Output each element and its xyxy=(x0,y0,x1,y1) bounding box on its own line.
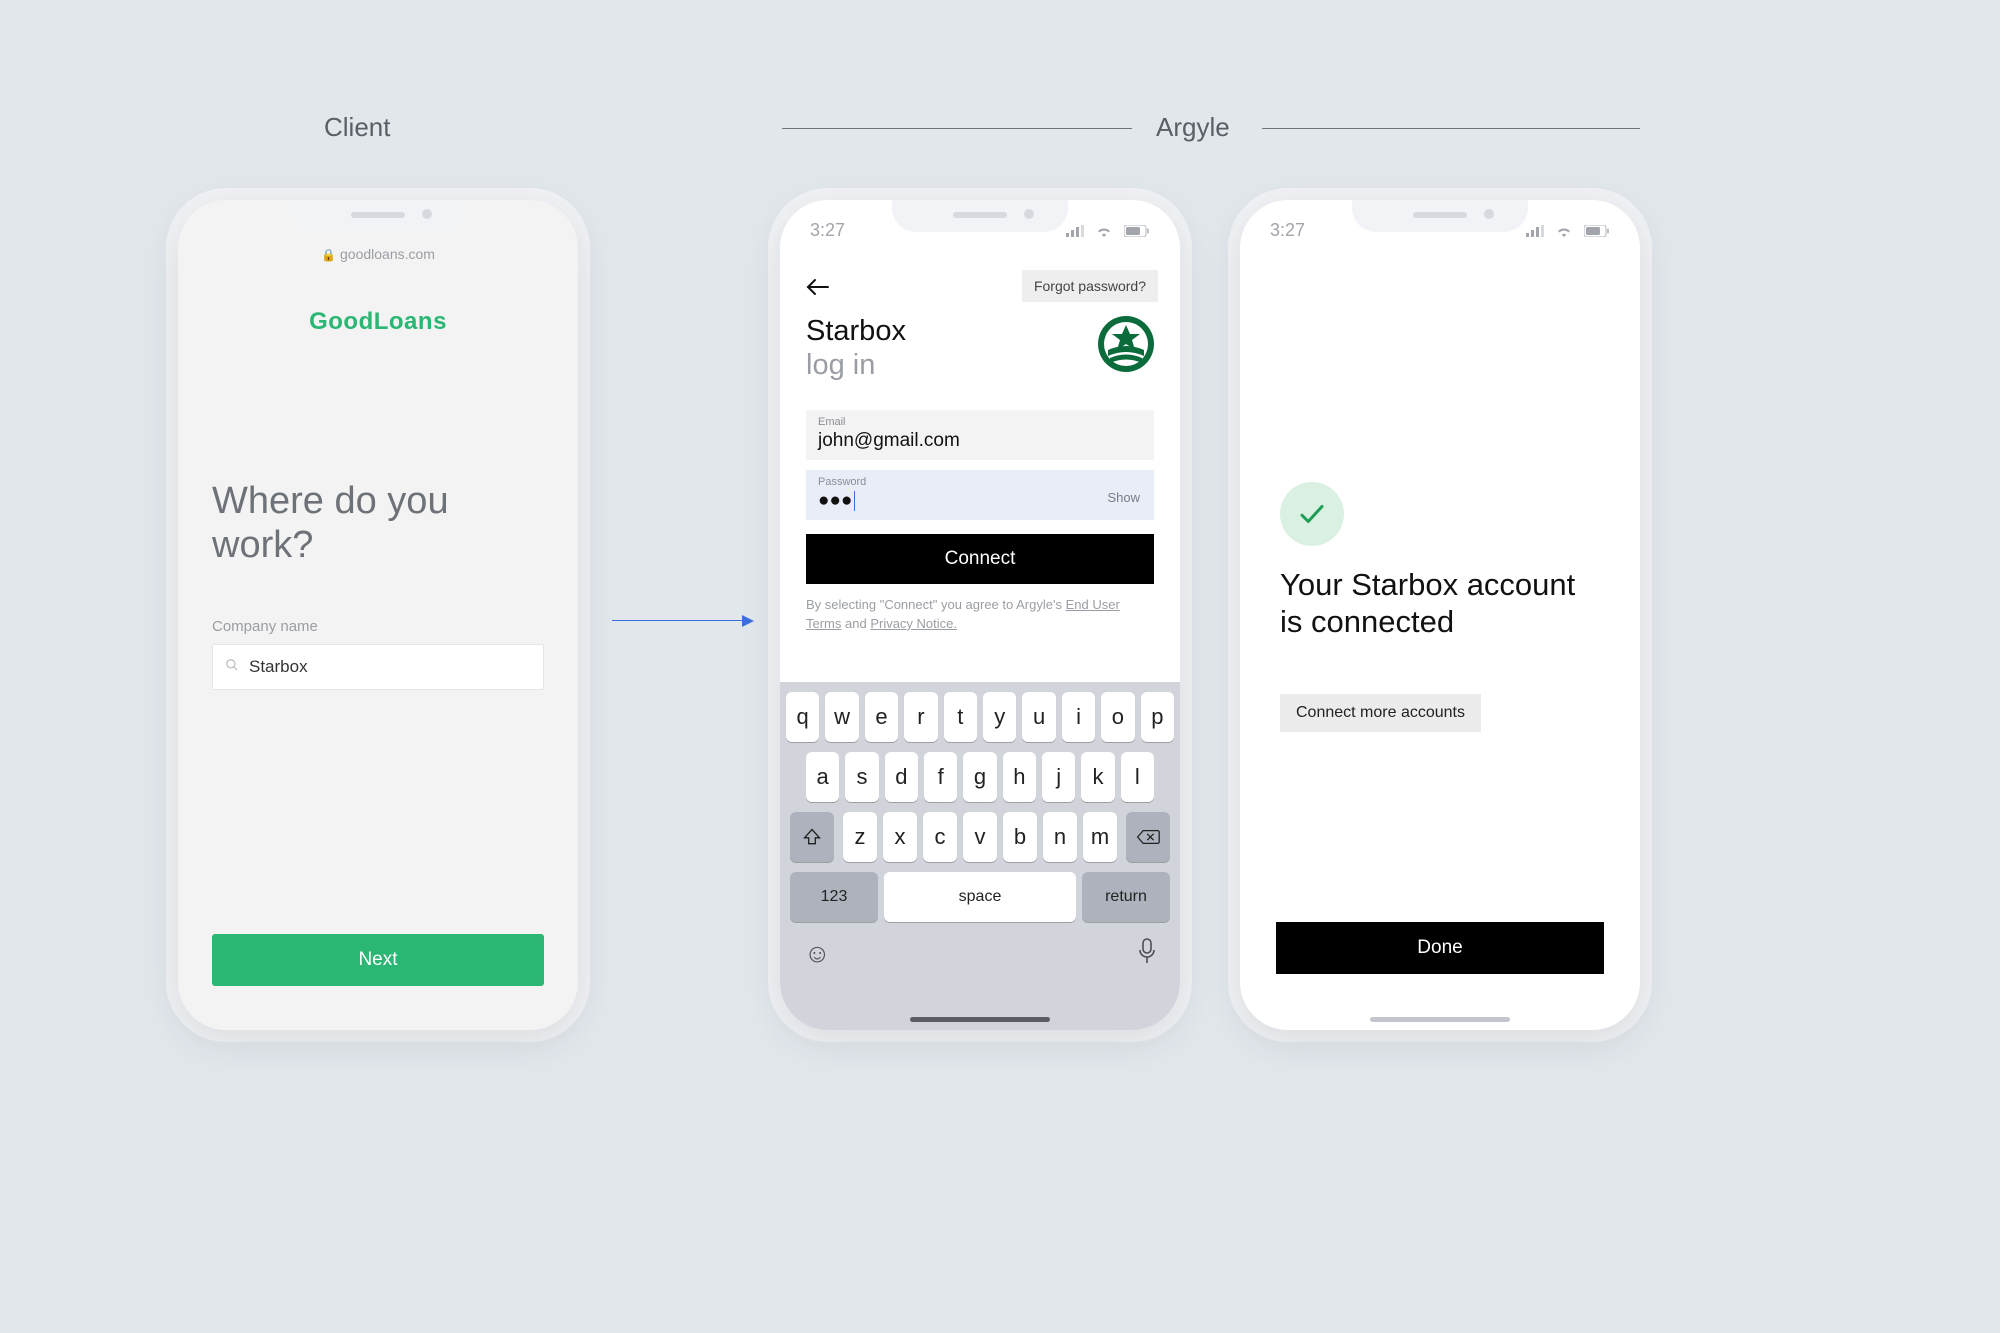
url-text: goodloans.com xyxy=(340,246,435,262)
legal-text: By selecting "Connect" you agree to Argy… xyxy=(806,596,1154,634)
signal-icon xyxy=(1526,220,1544,240)
key-e[interactable]: e xyxy=(865,692,898,742)
phone-argyle-login: 3:27 Forgot password? Starbox log in Ema… xyxy=(780,200,1180,1030)
key-o[interactable]: o xyxy=(1101,692,1134,742)
key-d[interactable]: d xyxy=(885,752,918,802)
login-subtitle: log in xyxy=(806,348,906,382)
browser-url: 🔒 goodloans.com xyxy=(321,246,435,262)
password-value: ●●● xyxy=(818,490,852,511)
key-b[interactable]: b xyxy=(1003,812,1037,862)
key-n[interactable]: n xyxy=(1043,812,1077,862)
search-icon xyxy=(225,658,239,676)
home-indicator[interactable] xyxy=(1370,1017,1510,1022)
rule-left xyxy=(782,128,1132,129)
wifi-icon xyxy=(1095,220,1113,240)
numeric-key[interactable]: 123 xyxy=(790,872,878,922)
company-input-value: Starbox xyxy=(249,657,308,677)
email-value: john@gmail.com xyxy=(818,430,1142,452)
email-field[interactable]: Email john@gmail.com xyxy=(806,410,1154,460)
shift-key[interactable] xyxy=(790,812,834,862)
success-message: Your Starbox account is connected xyxy=(1280,566,1600,640)
key-j[interactable]: j xyxy=(1042,752,1075,802)
argyle-label: Argyle xyxy=(1156,112,1230,143)
text-cursor xyxy=(854,491,855,511)
success-check-icon xyxy=(1280,482,1344,546)
backspace-key[interactable] xyxy=(1126,812,1170,862)
signal-icon xyxy=(1066,220,1084,240)
page-heading: Where do you work? xyxy=(212,480,544,567)
company-search-input[interactable]: Starbox xyxy=(212,644,544,690)
key-x[interactable]: x xyxy=(883,812,917,862)
battery-icon xyxy=(1124,220,1150,240)
password-field[interactable]: Password ●●● Show xyxy=(806,470,1154,520)
password-label: Password xyxy=(818,476,1142,488)
key-c[interactable]: c xyxy=(923,812,957,862)
login-title: Starbox log in xyxy=(806,314,906,382)
key-a[interactable]: a xyxy=(806,752,839,802)
done-button[interactable]: Done xyxy=(1276,922,1604,974)
key-k[interactable]: k xyxy=(1081,752,1114,802)
key-t[interactable]: t xyxy=(944,692,977,742)
status-time: 3:27 xyxy=(810,220,845,241)
key-z[interactable]: z xyxy=(843,812,877,862)
show-password-button[interactable]: Show xyxy=(1107,490,1140,505)
emoji-key[interactable]: ☺ xyxy=(804,938,831,971)
phone-notch xyxy=(1352,200,1528,232)
client-label: Client xyxy=(324,112,390,143)
email-label: Email xyxy=(818,416,1142,428)
key-g[interactable]: g xyxy=(963,752,996,802)
brand-logo: GoodLoans xyxy=(178,308,578,336)
connect-button[interactable]: Connect xyxy=(806,534,1154,584)
key-s[interactable]: s xyxy=(845,752,878,802)
key-u[interactable]: u xyxy=(1022,692,1055,742)
key-h[interactable]: h xyxy=(1003,752,1036,802)
phone-notch xyxy=(290,200,466,232)
key-m[interactable]: m xyxy=(1083,812,1117,862)
flow-arrow-icon xyxy=(612,620,752,621)
phone-argyle-success: 3:27 Your Starbox account is connected C… xyxy=(1240,200,1640,1030)
home-indicator[interactable] xyxy=(910,1017,1050,1022)
return-key[interactable]: return xyxy=(1082,872,1170,922)
mic-key[interactable] xyxy=(1138,938,1156,971)
status-time: 3:27 xyxy=(1270,220,1305,241)
key-v[interactable]: v xyxy=(963,812,997,862)
company-logo-icon xyxy=(1098,316,1154,372)
privacy-notice-link[interactable]: Privacy Notice. xyxy=(870,616,957,631)
connect-more-button[interactable]: Connect more accounts xyxy=(1280,694,1481,732)
next-button[interactable]: Next xyxy=(212,934,544,986)
key-q[interactable]: q xyxy=(786,692,819,742)
key-p[interactable]: p xyxy=(1141,692,1174,742)
phone-client: 🔒 goodloans.com GoodLoans Where do you wo… xyxy=(178,200,578,1030)
rule-right xyxy=(1262,128,1640,129)
key-r[interactable]: r xyxy=(904,692,937,742)
key-f[interactable]: f xyxy=(924,752,957,802)
key-i[interactable]: i xyxy=(1062,692,1095,742)
key-w[interactable]: w xyxy=(825,692,858,742)
key-y[interactable]: y xyxy=(983,692,1016,742)
forgot-password-button[interactable]: Forgot password? xyxy=(1022,270,1158,302)
field-label-company: Company name xyxy=(212,618,318,635)
space-key[interactable]: space xyxy=(884,872,1076,922)
key-l[interactable]: l xyxy=(1121,752,1154,802)
battery-icon xyxy=(1584,220,1610,240)
ios-keyboard: qwertyuiop asdfghjkl zxcvbnm 123 space r… xyxy=(780,682,1180,1030)
lock-icon: 🔒 xyxy=(321,248,336,262)
back-button[interactable] xyxy=(806,276,830,302)
phone-notch xyxy=(892,200,1068,232)
wifi-icon xyxy=(1555,220,1573,240)
